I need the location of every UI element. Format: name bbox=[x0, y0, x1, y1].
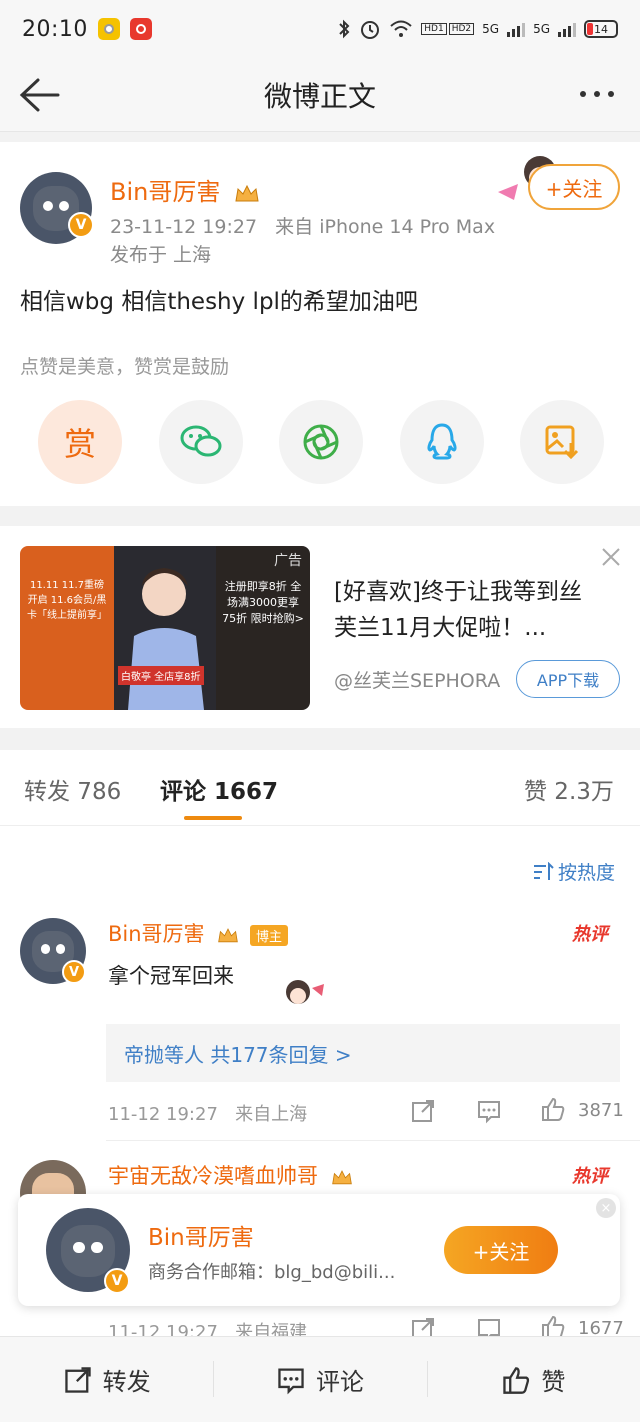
qq-icon bbox=[426, 423, 457, 460]
tab-repost[interactable]: 转发 786 bbox=[24, 772, 121, 806]
comment-icon bbox=[278, 1367, 304, 1394]
page-title: 微博正文 bbox=[263, 79, 376, 113]
battery-indicator: 14 bbox=[584, 20, 618, 38]
ad-source[interactable]: @丝芙兰SEPHORA bbox=[334, 666, 500, 693]
post-timestamp: 23-11-12 19:27 bbox=[110, 216, 258, 238]
repost-icon[interactable] bbox=[410, 1098, 436, 1124]
like-icon bbox=[503, 1366, 530, 1394]
repost-label: 转发 bbox=[102, 1368, 151, 1396]
comment-icon[interactable] bbox=[476, 1098, 502, 1124]
wechat-icon bbox=[180, 425, 221, 457]
crown-icon bbox=[331, 1170, 352, 1185]
like-button[interactable]: 赞 bbox=[426, 1337, 640, 1422]
post-meta: 23-11-12 19:27 来自 iPhone 14 Pro Max bbox=[110, 212, 495, 239]
notification-app-icon bbox=[97, 18, 120, 40]
signal-icon bbox=[507, 21, 526, 37]
comment-location: 来自上海 bbox=[235, 1104, 308, 1125]
follow-suggestion-card: V Bin哥厉害 商务合作邮箱：blg_bd@bili... +关注 × bbox=[18, 1194, 620, 1306]
like-count: 3871 bbox=[578, 1100, 624, 1121]
commenter-name[interactable]: Bin哥厉害 博主 bbox=[108, 918, 288, 948]
ad-tag: 广告 bbox=[274, 553, 302, 569]
comment-meta: 11-12 19:27 来自上海 bbox=[108, 1100, 307, 1126]
commenter-name[interactable]: 宇宙无敌冷漠嗜血帅哥 bbox=[108, 1160, 353, 1190]
card-author-name[interactable]: Bin哥厉害 bbox=[148, 1218, 254, 1252]
post-card: V Bin哥厉害 23-11-12 19:27 来自 iPhone 14 Pro… bbox=[0, 142, 640, 506]
save-image-button[interactable] bbox=[520, 400, 604, 484]
sort-toggle[interactable]: 按热度 bbox=[532, 858, 615, 885]
author-name[interactable]: Bin哥厉害 bbox=[110, 172, 260, 207]
sort-label: 按热度 bbox=[558, 862, 616, 884]
status-time: 20:10 bbox=[22, 16, 88, 42]
blogger-badge: 博主 bbox=[249, 924, 288, 946]
ad-model-image bbox=[114, 546, 216, 710]
post-source: 来自 iPhone 14 Pro Max bbox=[275, 216, 496, 238]
alarm-icon bbox=[361, 21, 380, 39]
wifi-icon bbox=[390, 20, 412, 37]
share-moments-button[interactable] bbox=[279, 400, 363, 484]
like-icon[interactable] bbox=[540, 1096, 566, 1122]
comment-text: 拿个冠军回来 bbox=[108, 964, 234, 988]
tab-comments[interactable]: 评论 1667 bbox=[160, 772, 278, 806]
verified-badge: V bbox=[68, 212, 94, 238]
save-image-icon bbox=[545, 425, 579, 460]
hd-label: HD1 bbox=[421, 23, 447, 35]
crown-icon bbox=[235, 184, 259, 202]
reward-button[interactable]: 赏 bbox=[38, 400, 122, 484]
like-label: 赞 bbox=[541, 1368, 566, 1396]
hot-comment-badge: 热评 bbox=[572, 1166, 608, 1187]
network-5g-label: 5G bbox=[533, 22, 550, 36]
active-tab-indicator bbox=[184, 816, 242, 820]
verified-badge: V bbox=[62, 960, 86, 984]
ad-panel-offer: 广告 注册即享8折 全场满3000更享75折 限时抢购> bbox=[216, 546, 310, 710]
ad-text[interactable]: [好喜欢]终于让我等到丝芙兰11月大促啦！... bbox=[334, 574, 594, 646]
share-row: 赏 bbox=[38, 400, 604, 486]
more-options-icon[interactable] bbox=[580, 84, 622, 104]
crown-icon bbox=[218, 928, 239, 943]
repost-button[interactable]: 转发 bbox=[0, 1337, 213, 1422]
share-wechat-button[interactable] bbox=[158, 400, 243, 484]
bottom-action-bar: 转发 评论 赞 bbox=[0, 1336, 640, 1422]
hd-label: HD2 bbox=[448, 23, 475, 35]
follow-button[interactable]: +关注 bbox=[528, 164, 620, 210]
verified-badge: V bbox=[104, 1268, 130, 1294]
close-icon[interactable]: × bbox=[596, 1198, 616, 1218]
ad-panel-model: 白敬亭 全店享8折 bbox=[114, 546, 216, 710]
status-icons: HD1 HD2 5G 5G 14 bbox=[337, 18, 618, 40]
card-author-desc: 商务合作邮箱：blg_bd@bili... bbox=[148, 1262, 396, 1283]
ad-panel-promo: 11.11 11.7重磅开启 11.6会员/黑卡「线上提前享」 bbox=[20, 546, 114, 710]
signal-icon bbox=[558, 21, 576, 37]
ad-image[interactable]: 11.11 11.7重磅开启 11.6会员/黑卡「线上提前享」 白敬亭 全店享8… bbox=[20, 546, 310, 710]
moments-icon bbox=[303, 424, 339, 460]
status-bar: 20:10 HD1 HD2 5G 5G 14 bbox=[0, 0, 640, 58]
ad-offer-text: 注册即享8折 全场满3000更享75折 限时抢购> bbox=[222, 580, 304, 625]
ad-model-caption: 白敬亭 全店享8折 bbox=[118, 666, 204, 685]
comment-sticker bbox=[286, 980, 324, 1004]
close-icon[interactable] bbox=[600, 546, 622, 568]
comment-button[interactable]: 评论 bbox=[213, 1337, 426, 1422]
battery-level: 14 bbox=[594, 22, 608, 36]
notification-app-icon bbox=[129, 18, 152, 40]
tab-likes[interactable]: 赞 2.3万 bbox=[524, 772, 614, 806]
comment-divider bbox=[106, 1140, 640, 1141]
comment-time: 11-12 19:27 bbox=[108, 1104, 218, 1125]
reply-summary[interactable]: 帝抛等人 共177条回复 > bbox=[106, 1024, 620, 1082]
repost-icon bbox=[64, 1366, 91, 1393]
hot-comment-badge: 热评 bbox=[572, 924, 608, 945]
nav-bar: 微博正文 bbox=[0, 58, 640, 132]
share-qq-button[interactable] bbox=[399, 400, 484, 484]
ad-card[interactable]: 11.11 11.7重磅开启 11.6会员/黑卡「线上提前享」 白敬亭 全店享8… bbox=[0, 526, 640, 728]
post-location: 发布于 上海 bbox=[110, 244, 212, 266]
app-download-button[interactable]: APP下载 bbox=[516, 660, 620, 698]
post-text: 相信wbg 相信theshy lpl的希望加油吧 bbox=[20, 289, 418, 315]
bluetooth-icon bbox=[339, 19, 350, 39]
sort-icon bbox=[534, 861, 554, 880]
card-follow-button[interactable]: +关注 bbox=[444, 1226, 558, 1274]
network-5g-label: 5G bbox=[482, 22, 500, 36]
tab-bar: 转发 786 评论 1667 赞 2.3万 bbox=[0, 750, 640, 826]
reward-hint: 点赞是美意，赞赏是鼓励 bbox=[20, 356, 230, 378]
back-arrow-icon[interactable] bbox=[18, 76, 60, 114]
comment-label: 评论 bbox=[315, 1368, 364, 1396]
